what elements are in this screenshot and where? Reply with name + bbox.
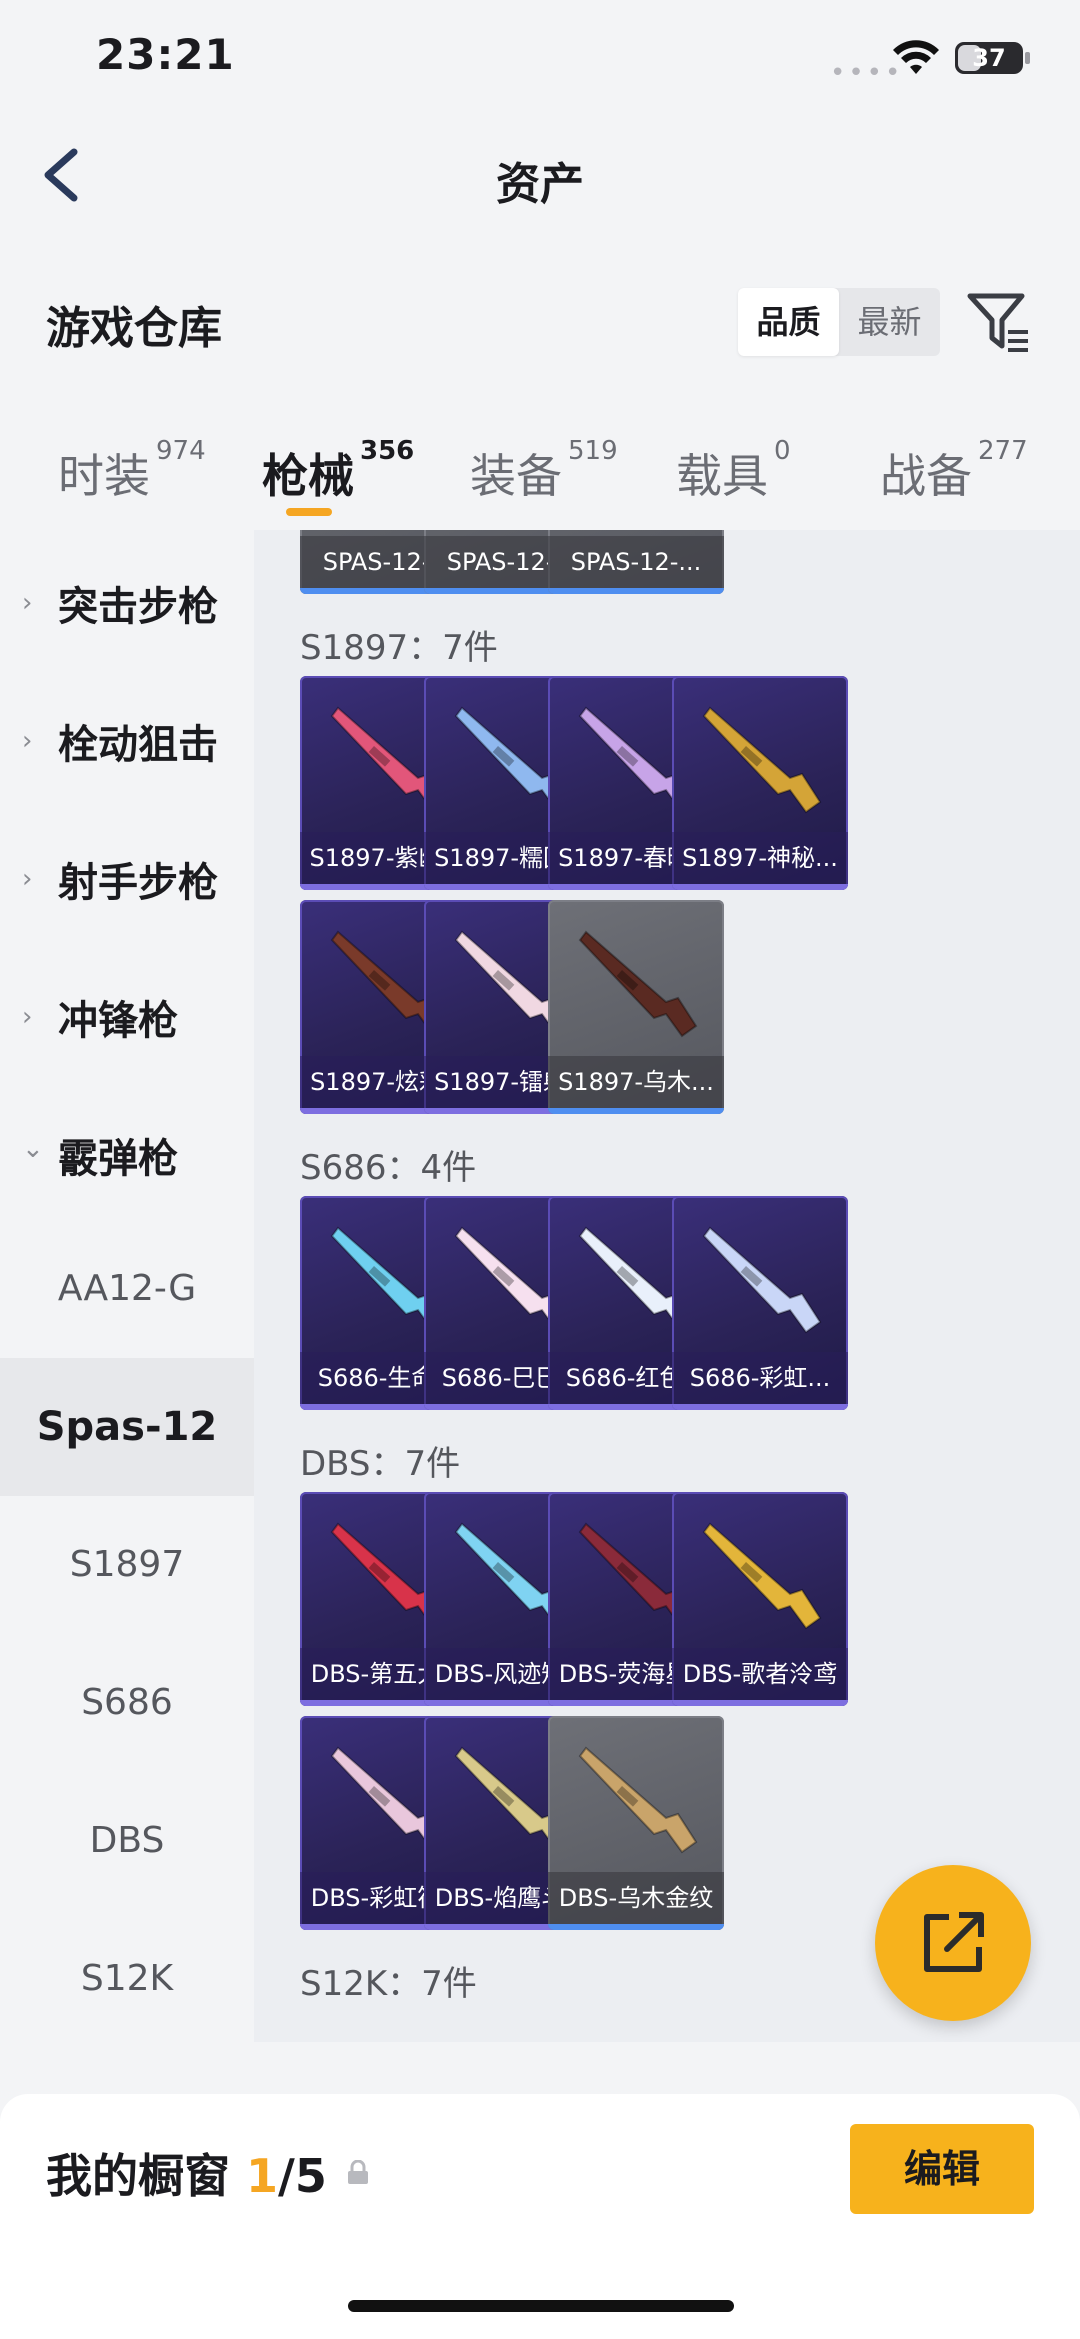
rarity-stripe	[548, 1924, 724, 1930]
sidebar-sub-spas12[interactable]: Spas-12	[0, 1358, 254, 1496]
item-card[interactable]: S686-彩虹...	[672, 1196, 848, 1410]
rarity-stripe	[672, 1404, 848, 1410]
tab-count: 0	[774, 436, 791, 466]
tab-label: 装备	[470, 449, 562, 503]
rarity-stripe	[672, 884, 848, 890]
sidebar-sub-s1897[interactable]: S1897	[0, 1496, 254, 1634]
sidebar-item-label: 突击步枪	[58, 584, 218, 630]
battery-icon: 37	[955, 42, 1023, 74]
tab-label: 战备	[880, 449, 972, 503]
chevron-right-icon: ›	[22, 726, 33, 756]
tab-count: 356	[360, 436, 415, 466]
tab-label: 时装	[58, 449, 150, 503]
rarity-stripe	[672, 1700, 848, 1706]
tab-vehicles[interactable]: 载具 0	[676, 436, 791, 506]
edit-button[interactable]: 编辑	[850, 2124, 1034, 2214]
battery-cap	[1025, 52, 1030, 64]
item-card[interactable]: S1897-乌木...	[548, 900, 724, 1114]
weapon-skin-image	[578, 1746, 698, 1854]
lock-icon	[348, 2160, 368, 2184]
share-button[interactable]	[875, 1865, 1031, 2021]
warehouse-title: 游戏仓库	[46, 303, 222, 354]
item-card[interactable]: DBS-乌木金纹	[548, 1716, 724, 1930]
item-name: SPAS-12-...	[548, 536, 724, 588]
tab-supplies[interactable]: 战备 277	[880, 436, 1028, 506]
sidebar-item-label: 栓动狙击	[58, 722, 218, 768]
chevron-down-icon: ⌄	[22, 1134, 44, 1164]
tab-equipment[interactable]: 装备 519	[470, 436, 618, 506]
sidebar-item-assault-rifle[interactable]: › 突击步枪	[0, 530, 254, 668]
sidebar-item-bolt-sniper[interactable]: › 栓动狙击	[0, 668, 254, 806]
weapon-skin-image	[578, 930, 698, 1038]
weapon-skin-image	[702, 1522, 822, 1630]
sidebar-item-label: 霰弹枪	[58, 1136, 178, 1182]
sidebar-item-label: 冲锋枪	[58, 998, 178, 1044]
page-title: 资产	[496, 159, 584, 210]
tab-count: 277	[978, 436, 1028, 466]
group-title: S686：4件	[300, 1148, 477, 1188]
item-name: S686-彩虹...	[672, 1352, 848, 1404]
active-tab-indicator	[286, 508, 332, 516]
tab-label: 载具	[676, 449, 768, 503]
sidebar-sub-aa12g[interactable]: AA12-G	[0, 1220, 254, 1358]
sidebar-item-smg[interactable]: › 冲锋枪	[0, 944, 254, 1082]
sidebar-sub-dbs[interactable]: DBS	[0, 1772, 254, 1910]
weapon-sidebar: › 突击步枪 › 栓动狙击 › 射手步枪 › 冲锋枪 ⌄ 霰弹枪 AA12-G …	[0, 530, 254, 2090]
group-title: S1897：7件	[300, 628, 498, 668]
weapon-skin-image	[702, 706, 822, 814]
rarity-stripe	[548, 1108, 724, 1114]
chevron-right-icon: ›	[22, 864, 33, 894]
item-name: S1897-神秘...	[672, 832, 848, 884]
tab-count: 974	[156, 436, 206, 466]
sort-newest-button[interactable]: 最新	[839, 288, 940, 356]
showcase-current: 1	[246, 2149, 279, 2203]
rarity-stripe	[548, 588, 724, 594]
item-name: S1897-乌木...	[548, 1056, 724, 1108]
item-card[interactable]: S1897-神秘...	[672, 676, 848, 890]
sidebar-item-label: 射手步枪	[58, 860, 218, 906]
sidebar-item-marksman-rifle[interactable]: › 射手步枪	[0, 806, 254, 944]
item-name: DBS-歌者泠鸢	[672, 1648, 848, 1700]
showcase-title: 我的橱窗 1/5	[46, 2140, 327, 2206]
chevron-right-icon: ›	[22, 588, 33, 618]
home-indicator	[348, 2300, 734, 2312]
battery-percent: 37	[972, 44, 1006, 72]
share-icon	[924, 1912, 984, 1972]
item-card[interactable]: SPAS-12-...	[548, 530, 724, 594]
wifi-icon	[893, 40, 939, 74]
chevron-right-icon: ›	[22, 1002, 33, 1032]
sidebar-sub-s12k[interactable]: S12K	[0, 1910, 254, 2048]
tab-label: 枪械	[262, 449, 354, 503]
tab-firearms[interactable]: 枪械 356	[262, 436, 414, 506]
status-time: 23:21	[96, 30, 235, 79]
filter-icon[interactable]	[966, 290, 1032, 356]
sidebar-sub-s686[interactable]: S686	[0, 1634, 254, 1772]
showcase-label: 我的橱窗	[46, 2149, 230, 2203]
category-tabs: 时装 974 枪械 356 装备 519 载具 0 战备 277	[0, 420, 1080, 530]
sidebar-item-shotgun[interactable]: ⌄ 霰弹枪	[0, 1082, 254, 1220]
group-title: DBS：7件	[300, 1444, 461, 1484]
sort-toggle: 品质 最新	[738, 288, 940, 356]
item-name: DBS-乌木金纹	[548, 1872, 724, 1924]
tab-fashion[interactable]: 时装 974	[58, 436, 206, 506]
showcase-total: /5	[278, 2149, 327, 2203]
tab-count: 519	[568, 436, 618, 466]
item-grid: SPAS-12-... SPAS-12-... SPAS-12-... S1897：7…	[254, 530, 1080, 2042]
sort-quality-button[interactable]: 品质	[738, 288, 839, 356]
weapon-skin-image	[702, 1226, 822, 1334]
item-card[interactable]: DBS-歌者泠鸢	[672, 1492, 848, 1706]
group-title: S12K：7件	[300, 1964, 477, 2004]
status-bar: 23:21 •••• 37	[0, 0, 1080, 110]
